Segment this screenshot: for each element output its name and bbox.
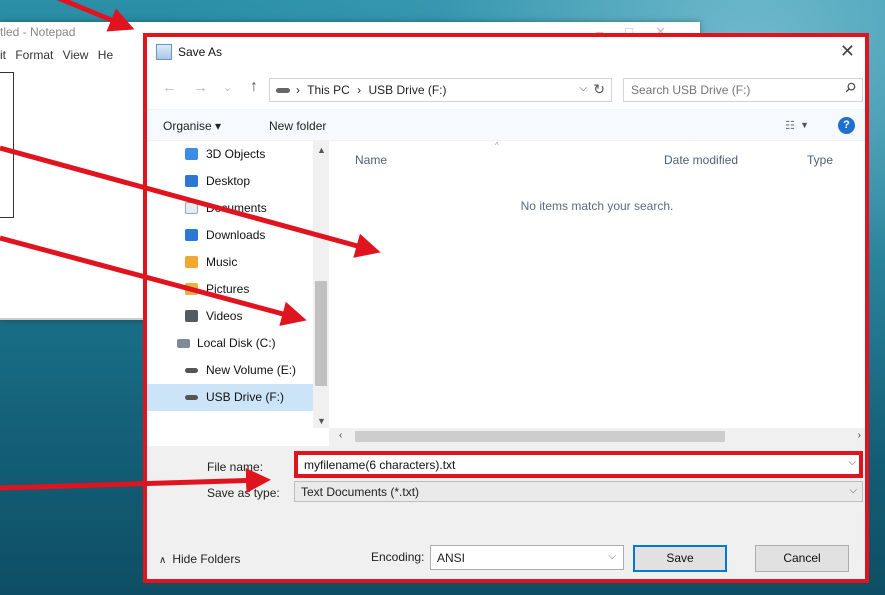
videos-icon: [185, 310, 198, 322]
pictures-icon: [185, 283, 198, 295]
encoding-select[interactable]: ANSI ⌵: [430, 545, 624, 570]
save-as-type-label: Save as type:: [207, 486, 280, 500]
notepad-edge: [0, 318, 150, 320]
recent-locations-icon[interactable]: ⌄: [223, 81, 232, 94]
drive-icon: [185, 368, 198, 373]
refresh-icon[interactable]: ↻: [593, 81, 605, 98]
sidebar-item-pictures[interactable]: Pictures: [147, 276, 313, 303]
search-icon[interactable]: [845, 82, 856, 93]
chevron-down-icon[interactable]: ⌵: [608, 551, 616, 562]
scroll-right-icon[interactable]: ›: [858, 430, 861, 441]
encoding-label: Encoding:: [371, 550, 425, 564]
sidebar-item-label: Documents: [206, 201, 267, 215]
save-as-type-select[interactable]: Text Documents (*.txt) ⌵: [294, 481, 863, 502]
sidebar-item-videos[interactable]: Videos: [147, 303, 313, 330]
column-header-date-modified[interactable]: Date modified: [664, 153, 738, 167]
desktop-icon: [185, 175, 198, 187]
scrollbar-thumb[interactable]: [355, 431, 725, 442]
sidebar-item-usb-drive[interactable]: USB Drive (F:): [147, 384, 313, 411]
sidebar-item-local-disk[interactable]: Local Disk (C:): [147, 330, 313, 357]
sidebar-item-music[interactable]: Music: [147, 249, 313, 276]
sidebar-item-label: Downloads: [206, 228, 266, 242]
column-header-type[interactable]: Type: [807, 153, 833, 167]
horizontal-scrollbar[interactable]: ‹ ›: [329, 428, 865, 446]
save-button[interactable]: Save: [633, 545, 727, 572]
sidebar-item-label: 3D Objects: [206, 147, 266, 161]
sidebar-item-new-volume[interactable]: New Volume (E:): [147, 357, 313, 384]
hide-folders-button[interactable]: ∧ Hide Folders: [159, 552, 240, 566]
hide-folders-label: Hide Folders: [172, 552, 241, 566]
scroll-up-icon[interactable]: ▲: [317, 145, 326, 155]
breadcrumb: › This PC › USB Drive (F:): [296, 83, 451, 97]
local-disk-icon: [177, 339, 190, 348]
sidebar-item-label: Pictures: [206, 282, 250, 296]
sidebar-scrollbar[interactable]: ▲ ▼: [313, 141, 329, 428]
encoding-value: ANSI: [437, 551, 466, 565]
downloads-icon: [185, 229, 198, 241]
breadcrumb-separator: ›: [296, 83, 300, 97]
sidebar-item-label: New Volume (E:): [206, 363, 297, 377]
chevron-down-icon[interactable]: ▼: [800, 120, 809, 130]
help-icon[interactable]: ?: [838, 117, 855, 134]
sidebar-item-label: Local Disk (C:): [197, 336, 276, 350]
chevron-up-icon: ∧: [159, 555, 167, 566]
sidebar-item-3d-objects[interactable]: 3D Objects: [147, 141, 313, 168]
organise-menu-button[interactable]: Organise ▾: [163, 119, 221, 133]
dialog-title: Save As: [178, 45, 223, 59]
file-list-pane: ^ Name Date modified Type No items match…: [329, 141, 865, 428]
save-as-type-value: Text Documents (*.txt): [301, 485, 420, 499]
search-input[interactable]: [624, 79, 824, 101]
scrollbar-thumb[interactable]: [315, 281, 327, 386]
address-bar[interactable]: › This PC › USB Drive (F:) ⌵ ↻: [269, 78, 612, 102]
chevron-down-icon[interactable]: ⌵: [848, 457, 856, 468]
new-folder-button[interactable]: New folder: [269, 119, 326, 133]
navigation-pane: 3D Objects Desktop Documents Downloads M…: [147, 141, 329, 446]
notepad-title: tled - Notepad: [0, 25, 76, 39]
sidebar-item-downloads[interactable]: Downloads: [147, 222, 313, 249]
drive-icon: [276, 88, 290, 93]
sidebar-item-label: Music: [206, 255, 238, 269]
notepad-text-area[interactable]: [0, 72, 14, 218]
scroll-down-icon[interactable]: ▼: [317, 416, 326, 426]
empty-folder-message: No items match your search.: [520, 199, 674, 213]
breadcrumb-this-pc[interactable]: This PC: [307, 83, 350, 97]
documents-icon: [185, 202, 198, 214]
notepad-menu[interactable]: it Format View He: [0, 48, 113, 62]
navigation-bar: ← → ⌄ ↑ › This PC › USB Drive (F:) ⌵ ↻: [147, 69, 865, 109]
chevron-down-icon[interactable]: ⌵: [849, 485, 857, 496]
sidebar-item-desktop[interactable]: Desktop: [147, 168, 313, 195]
back-arrow-icon[interactable]: ←: [162, 79, 177, 96]
file-name-label: File name:: [207, 460, 264, 474]
view-options-icon[interactable]: ☷: [785, 119, 795, 132]
sidebar-item-label: Videos: [206, 309, 243, 323]
sidebar-item-label: Desktop: [206, 174, 251, 188]
command-bar: Organise ▾ New folder ☷ ▼ ?: [147, 109, 865, 141]
sort-caret-icon: ^: [495, 141, 499, 150]
up-arrow-icon[interactable]: ↑: [250, 78, 258, 96]
usb-drive-icon: [185, 395, 198, 400]
scroll-left-icon[interactable]: ‹: [339, 430, 342, 441]
chevron-down-icon[interactable]: ⌵: [579, 83, 587, 94]
save-as-dialog: Save As ✕ ← → ⌄ ↑ › This PC › USB Drive …: [143, 33, 869, 583]
dialog-titlebar: Save As ✕: [147, 37, 865, 69]
file-name-input[interactable]: [298, 455, 838, 474]
music-icon: [185, 256, 198, 268]
search-box[interactable]: [623, 78, 863, 102]
dialog-body: 3D Objects Desktop Documents Downloads M…: [147, 141, 865, 446]
column-header-name[interactable]: Name: [355, 153, 387, 167]
sidebar-item-label: USB Drive (F:): [206, 390, 284, 404]
cancel-button[interactable]: Cancel: [755, 545, 849, 572]
sidebar-item-documents[interactable]: Documents: [147, 195, 313, 222]
save-options-panel: File name: ⌵ Save as type: Text Document…: [147, 446, 865, 579]
breadcrumb-separator: ›: [357, 83, 362, 97]
notepad-app-icon: [156, 44, 172, 60]
file-name-combobox[interactable]: ⌵: [294, 451, 863, 478]
forward-arrow-icon[interactable]: →: [193, 79, 208, 96]
close-icon[interactable]: ✕: [840, 41, 855, 62]
breadcrumb-usb-drive[interactable]: USB Drive (F:): [369, 83, 447, 97]
3d-objects-icon: [185, 148, 198, 160]
